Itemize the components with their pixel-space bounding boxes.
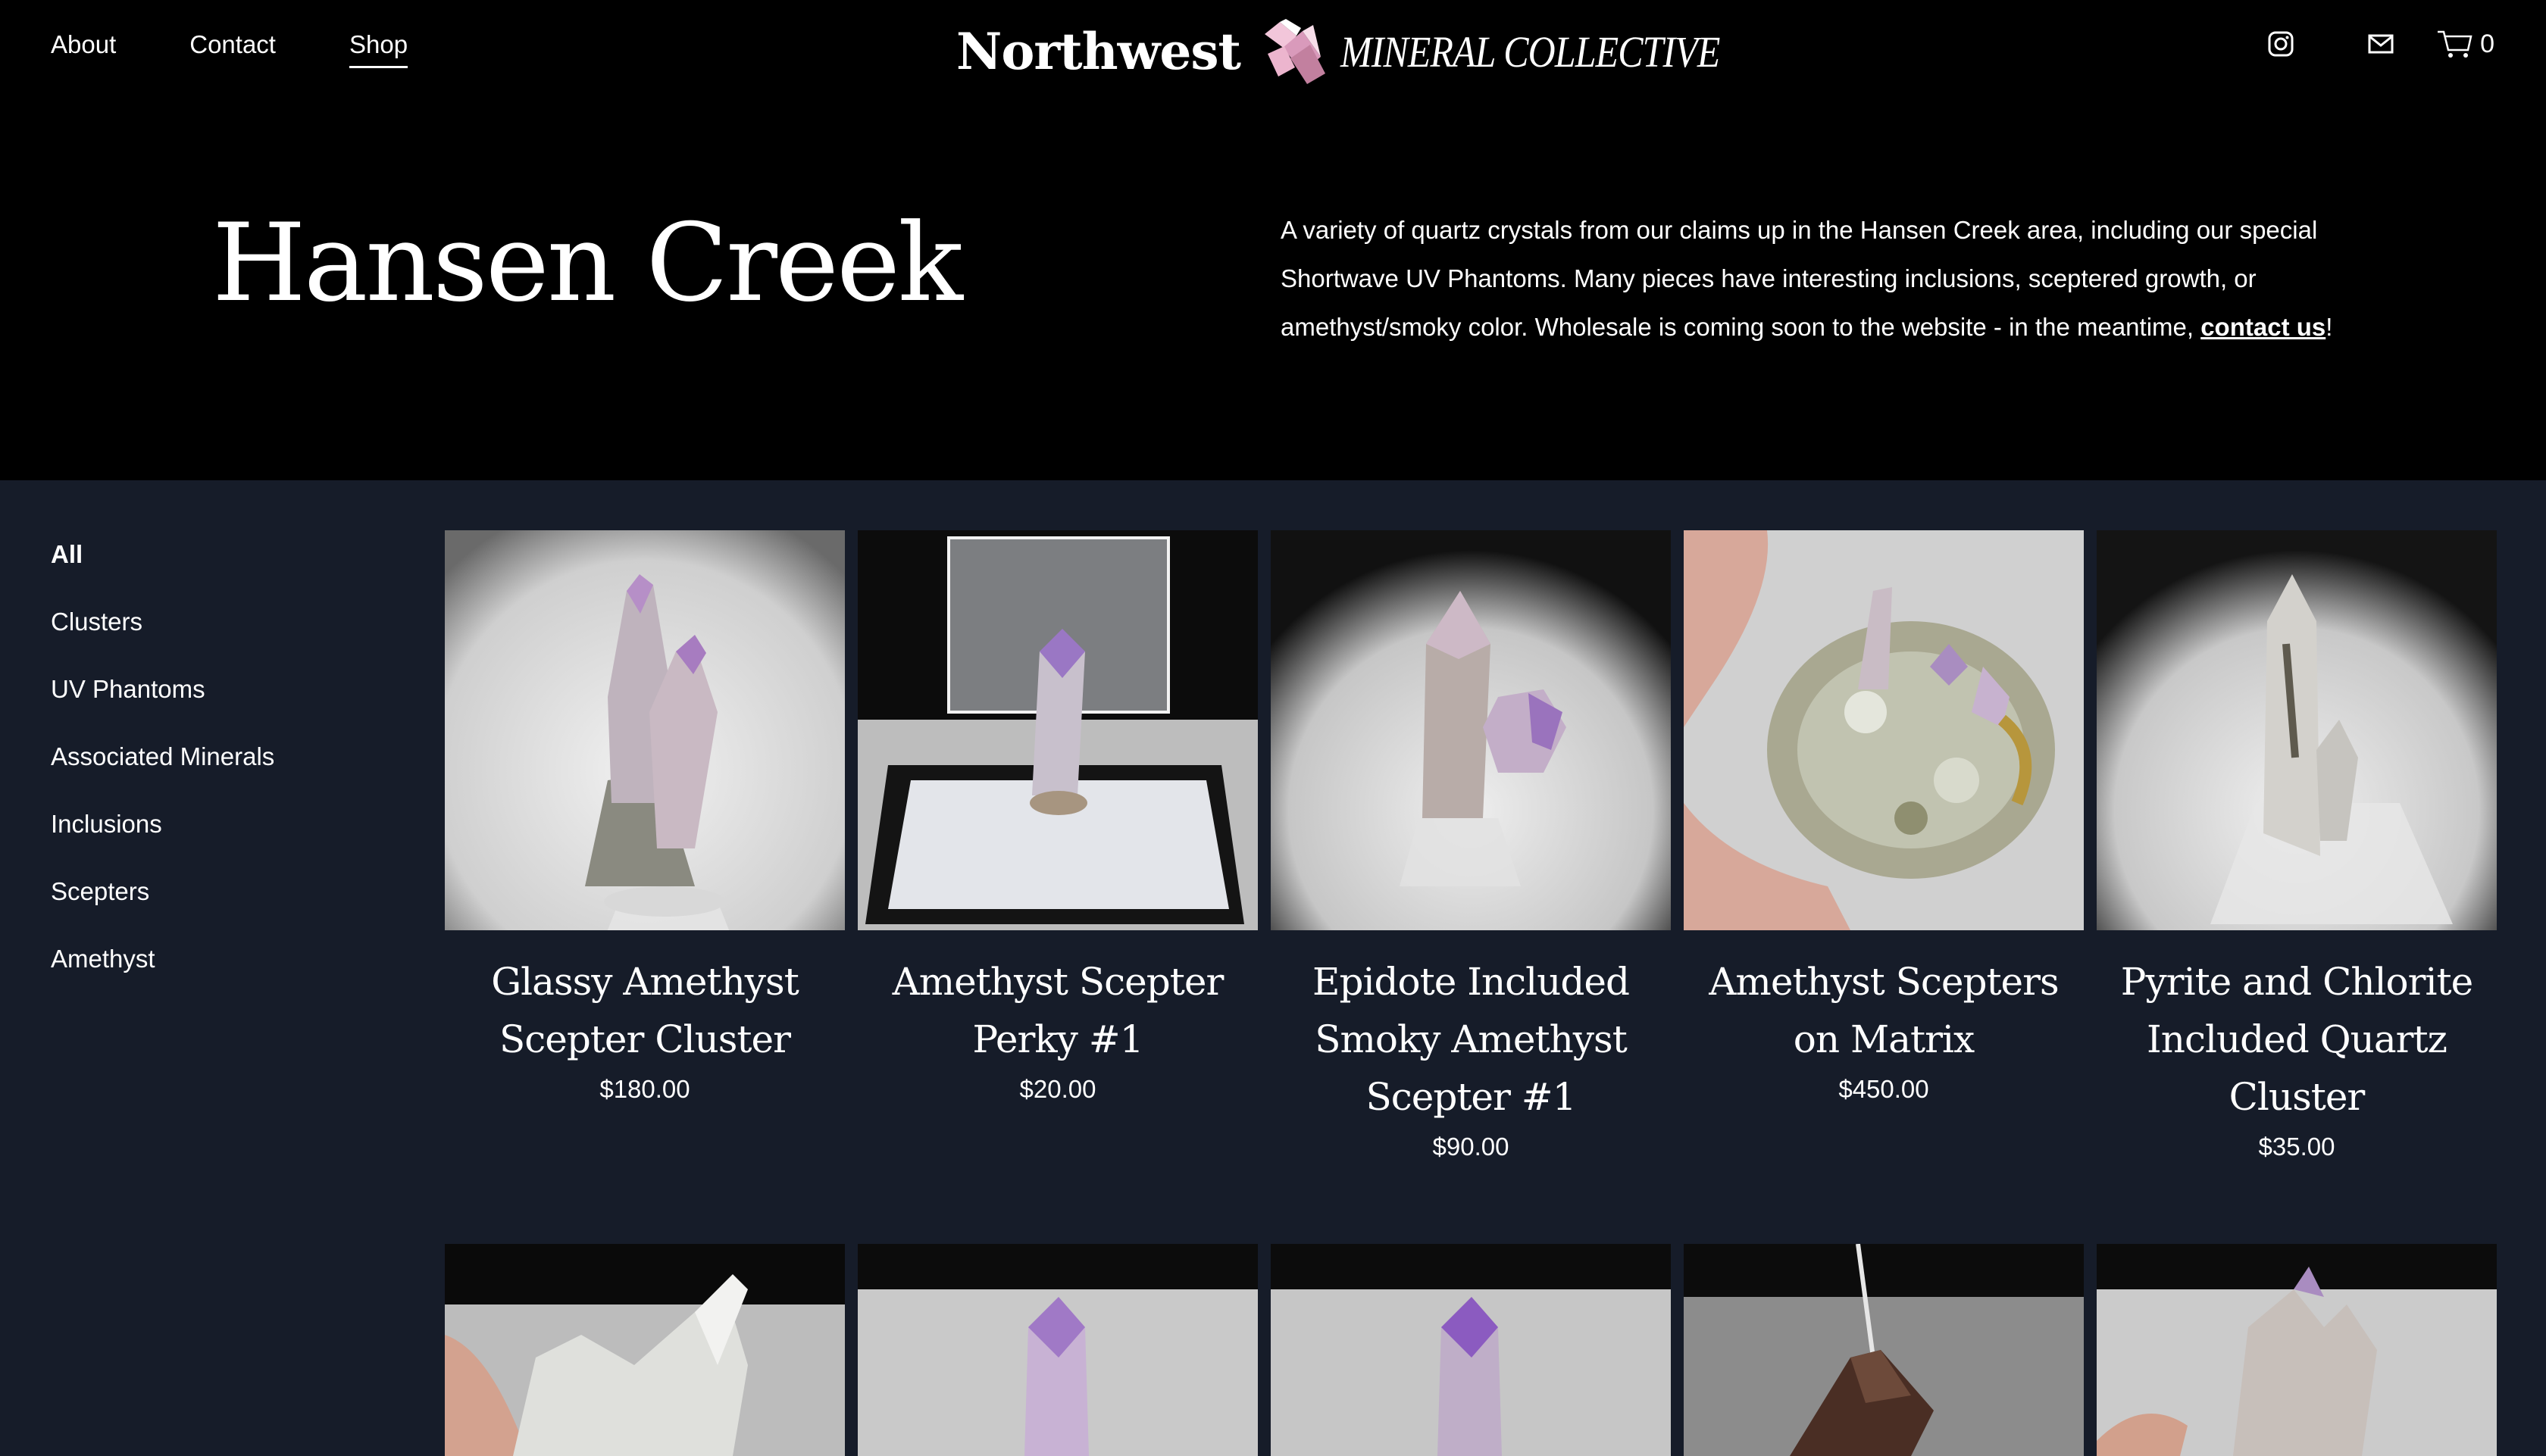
category-inclusions[interactable]: Inclusions bbox=[51, 809, 274, 876]
instagram-icon[interactable] bbox=[2268, 31, 2294, 57]
main-nav: About Contact Shop bbox=[51, 30, 481, 68]
product-name[interactable]: Pyrite and Chlorite Included Quartz Clus… bbox=[2097, 953, 2497, 1126]
category-all[interactable]: All bbox=[51, 539, 274, 607]
product-image[interactable] bbox=[2097, 1244, 2497, 1456]
product-price: $35.00 bbox=[2258, 1133, 2335, 1161]
product-image[interactable] bbox=[1271, 1244, 1671, 1456]
product-image[interactable] bbox=[1684, 1244, 2084, 1456]
product-name[interactable]: Amethyst Scepters on Matrix bbox=[1684, 953, 2084, 1068]
mail-icon[interactable] bbox=[2368, 34, 2394, 54]
product-card[interactable]: Pyrite and Chlorite Included Quartz Clus… bbox=[2097, 530, 2497, 1168]
cart-button[interactable]: 0 bbox=[2436, 29, 2494, 59]
product-price: $20.00 bbox=[1019, 1075, 1096, 1103]
category-associated-minerals[interactable]: Associated Minerals bbox=[51, 742, 274, 809]
product-card[interactable]: Epidote Included Smoky Amethyst Scepter … bbox=[1271, 530, 1671, 1168]
site-header: About Contact Shop Northwest MINERAL COL… bbox=[0, 0, 2546, 480]
cart-icon bbox=[2438, 30, 2472, 58]
product-price: $450.00 bbox=[1838, 1075, 1929, 1103]
nav-shop[interactable]: Shop bbox=[349, 30, 408, 68]
product-grid: Glassy Amethyst Scepter Cluster $180.00 … bbox=[445, 530, 2497, 1168]
collection-description: A variety of quartz crystals from our cl… bbox=[1281, 206, 2341, 352]
category-scepters[interactable]: Scepters bbox=[51, 876, 274, 944]
product-name[interactable]: Amethyst Scepter Perky #1 bbox=[858, 953, 1258, 1068]
nav-about[interactable]: About bbox=[51, 30, 116, 68]
crystal-logo-icon bbox=[1265, 19, 1326, 84]
header-icons: 0 bbox=[2221, 29, 2494, 59]
description-end: ! bbox=[2325, 313, 2333, 341]
product-image[interactable] bbox=[2097, 530, 2497, 930]
category-amethyst[interactable]: Amethyst bbox=[51, 944, 274, 1011]
product-image[interactable] bbox=[1271, 530, 1671, 930]
contact-us-link[interactable]: contact us bbox=[2200, 313, 2325, 341]
site-logo[interactable]: Northwest MINERAL COLLECTIVE bbox=[956, 14, 1781, 89]
product-card[interactable]: Amethyst Scepter Perky #1 $20.00 bbox=[858, 530, 1258, 1168]
category-clusters[interactable]: Clusters bbox=[51, 607, 274, 674]
nav-contact[interactable]: Contact bbox=[189, 30, 276, 68]
logo-subtitle: MINERAL COLLECTIVE bbox=[1340, 27, 1720, 77]
cart-count: 0 bbox=[2480, 29, 2494, 58]
product-price: $90.00 bbox=[1432, 1133, 1509, 1161]
product-image[interactable] bbox=[445, 530, 845, 930]
product-price: $180.00 bbox=[599, 1075, 690, 1103]
product-grid-row-2 bbox=[445, 1244, 2497, 1456]
category-uv-phantoms[interactable]: UV Phantoms bbox=[51, 674, 274, 742]
product-image[interactable] bbox=[445, 1244, 845, 1456]
page-title: Hansen Creek bbox=[212, 201, 963, 326]
product-name[interactable]: Epidote Included Smoky Amethyst Scepter … bbox=[1271, 953, 1671, 1126]
product-name[interactable]: Glassy Amethyst Scepter Cluster bbox=[445, 953, 845, 1068]
product-image[interactable] bbox=[858, 530, 1258, 930]
product-card[interactable]: Glassy Amethyst Scepter Cluster $180.00 bbox=[445, 530, 845, 1168]
description-text: A variety of quartz crystals from our cl… bbox=[1281, 216, 2318, 341]
product-card[interactable]: Amethyst Scepters on Matrix $450.00 bbox=[1684, 530, 2084, 1168]
product-image[interactable] bbox=[1684, 530, 2084, 930]
logo-wordmark: Northwest bbox=[956, 22, 1241, 81]
category-sidebar: All Clusters UV Phantoms Associated Mine… bbox=[51, 539, 274, 1011]
product-image[interactable] bbox=[858, 1244, 1258, 1456]
